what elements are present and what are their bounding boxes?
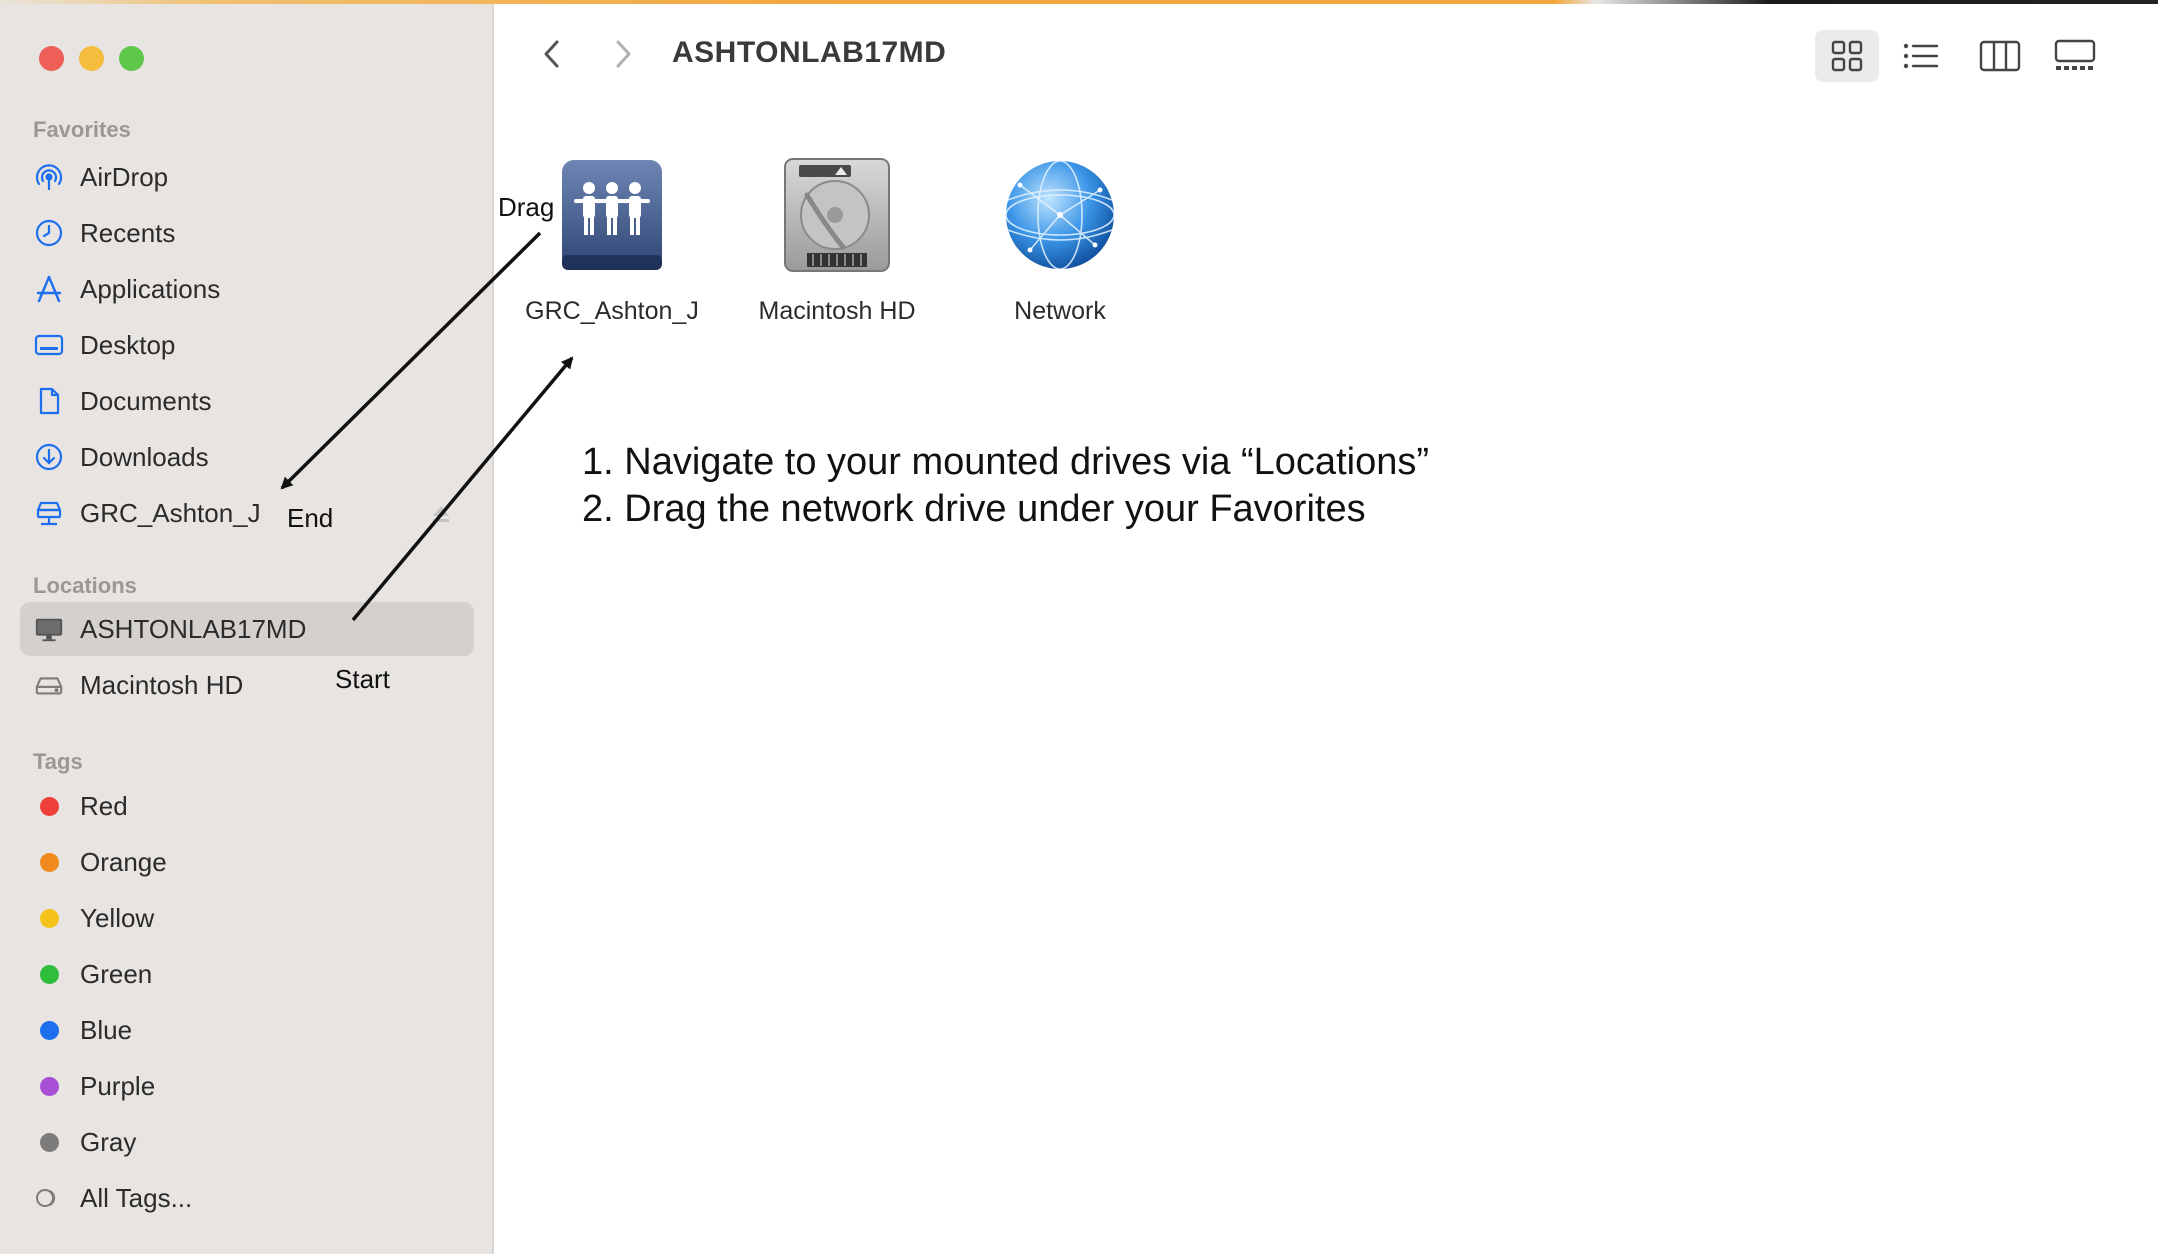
tag-dot-red: [39, 796, 59, 816]
gallery-icon: [2054, 39, 2096, 70]
zoom-button[interactable]: [119, 46, 144, 71]
all-tags-icon: [34, 1183, 64, 1213]
sidebar-item-applications[interactable]: Applications: [20, 262, 474, 316]
sidebar-item-label: All Tags...: [80, 1182, 193, 1213]
tag-dot-gray: [39, 1132, 59, 1152]
applications-icon: [34, 274, 64, 304]
favorites-heading: Favorites: [33, 117, 131, 142]
desktop-icon: [34, 330, 64, 360]
sidebar-item-all-tags[interactable]: All Tags...: [20, 1171, 474, 1225]
computer-icon: [34, 614, 64, 644]
tags-heading: Tags: [33, 749, 83, 774]
globe-icon: [1000, 155, 1120, 275]
sidebar-item-label: Gray: [80, 1126, 137, 1157]
annotation-drag-label: Drag: [498, 192, 555, 222]
document-icon: [34, 386, 64, 416]
sidebar-tag-purple[interactable]: Purple: [20, 1059, 474, 1113]
sidebar-tag-gray[interactable]: Gray: [20, 1115, 474, 1169]
back-button[interactable]: [532, 34, 572, 74]
hard-drive-icon: [34, 670, 64, 700]
window-title: ASHTONLAB17MD: [672, 36, 947, 69]
icon-view-button[interactable]: [1815, 30, 1879, 82]
eject-icon[interactable]: [430, 503, 452, 525]
gallery-view-button[interactable]: [2043, 30, 2107, 82]
sidebar-item-downloads[interactable]: Downloads: [20, 430, 474, 484]
sidebar-item-label: Yellow: [80, 902, 155, 933]
clock-icon: [34, 218, 64, 248]
sidebar-item-label: Orange: [80, 846, 167, 877]
sidebar-item-label: Downloads: [80, 441, 209, 472]
sidebar-item-label: Recents: [80, 217, 176, 248]
sidebar: Favorites AirDrop Recents Applications D…: [0, 4, 494, 1254]
sidebar-item-label: Green: [80, 958, 153, 989]
sidebar-item-label: Desktop: [80, 329, 176, 360]
locations-heading: Locations: [33, 573, 137, 598]
sidebar-item-documents[interactable]: Documents: [20, 374, 474, 428]
tag-dot-blue: [39, 1020, 59, 1040]
sidebar-item-ashtonlab17md[interactable]: ASHTONLAB17MD: [20, 602, 474, 656]
sidebar-item-label: Red: [80, 790, 128, 821]
sidebar-tag-green[interactable]: Green: [20, 947, 474, 1001]
forward-button[interactable]: [603, 34, 643, 74]
instruction-step-2: 2. Drag the network drive under your Fav…: [582, 488, 1366, 530]
instruction-step-1: 1. Navigate to your mounted drives via “…: [582, 441, 1429, 483]
file-item-network[interactable]: Network: [950, 155, 1170, 326]
file-label: Macintosh HD: [758, 297, 916, 325]
hard-drive-icon: [777, 155, 897, 275]
network-drive-icon: [34, 498, 64, 528]
file-label: Network: [1014, 297, 1106, 325]
annotation-start-label: Start: [335, 664, 390, 694]
column-view-button[interactable]: [1968, 30, 2032, 82]
sidebar-item-desktop[interactable]: Desktop: [20, 318, 474, 372]
annotation-end-label: End: [287, 503, 334, 533]
chevron-right-icon: [616, 40, 631, 68]
tag-dot-yellow: [39, 908, 59, 928]
sidebar-item-airdrop[interactable]: AirDrop: [20, 150, 474, 204]
sidebar-item-label: GRC_Ashton_J: [80, 497, 261, 528]
sidebar-item-label: Documents: [80, 385, 212, 416]
sidebar-item-label: Purple: [80, 1070, 156, 1101]
sidebar-item-macintosh-hd[interactable]: Macintosh HD: [20, 658, 474, 712]
grid-icon: [1831, 40, 1863, 72]
sidebar-tag-orange[interactable]: Orange: [20, 835, 474, 889]
sidebar-item-label: Blue: [80, 1014, 133, 1045]
sidebar-item-label: Applications: [80, 273, 221, 304]
columns-icon: [1979, 40, 2021, 72]
chevron-left-icon: [544, 40, 559, 68]
list-icon: [1903, 43, 1939, 69]
tag-dot-orange: [39, 852, 59, 872]
sidebar-item-recents[interactable]: Recents: [20, 206, 474, 260]
list-view-button[interactable]: [1889, 30, 1953, 82]
sidebar-tag-blue[interactable]: Blue: [20, 1003, 474, 1057]
sidebar-tag-red[interactable]: Red: [20, 779, 474, 833]
minimize-button[interactable]: [79, 46, 104, 71]
sidebar-tag-yellow[interactable]: Yellow: [20, 891, 474, 945]
close-button[interactable]: [39, 46, 64, 71]
sidebar-item-label: Macintosh HD: [80, 669, 244, 700]
tag-dot-purple: [39, 1076, 59, 1096]
file-item-grc-ashton-j[interactable]: GRC_Ashton_J: [502, 155, 722, 326]
download-icon: [34, 442, 64, 472]
tag-dot-green: [39, 964, 59, 984]
file-item-macintosh-hd[interactable]: Macintosh HD: [727, 155, 947, 326]
sidebar-item-label: AirDrop: [80, 161, 169, 192]
sidebar-item-grc-ashton-j[interactable]: GRC_Ashton_J: [20, 486, 474, 540]
shared-network-volume-icon: [552, 155, 672, 275]
airdrop-icon: [34, 162, 64, 192]
file-label: GRC_Ashton_J: [525, 297, 699, 325]
sidebar-item-label: ASHTONLAB17MD: [80, 613, 307, 644]
